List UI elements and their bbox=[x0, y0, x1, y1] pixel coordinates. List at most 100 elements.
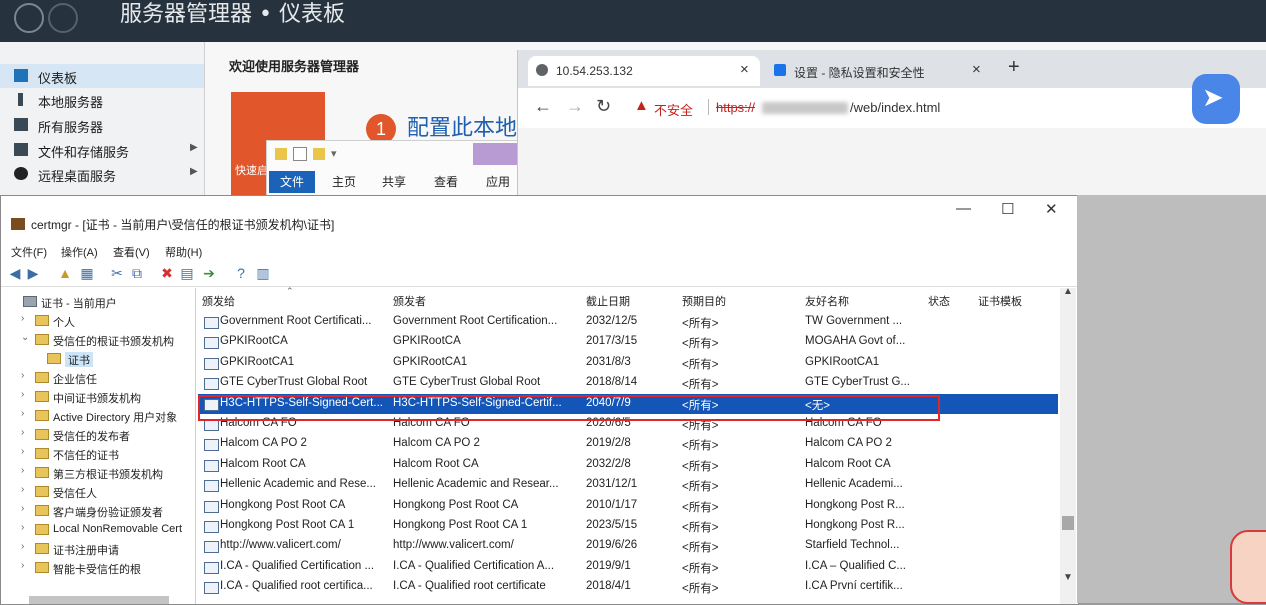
warning-icon[interactable]: ▲ bbox=[634, 97, 649, 114]
tree-item[interactable]: › 个人 bbox=[1, 311, 195, 329]
forward-button[interactable] bbox=[48, 3, 78, 33]
menu-help[interactable]: 帮助(H) bbox=[165, 244, 202, 260]
tree-item[interactable]: › Local NonRemovable Cert bbox=[1, 520, 195, 538]
copy-icon[interactable]: ⧉ bbox=[129, 265, 145, 281]
tree-item[interactable]: › 中间证书颁发机构 bbox=[1, 387, 195, 405]
menu-action[interactable]: 操作(A) bbox=[61, 244, 98, 260]
properties-icon[interactable]: ▤ bbox=[179, 265, 195, 281]
chevron-right-icon[interactable]: › bbox=[21, 541, 24, 552]
table-row[interactable]: Halcom Root CA Halcom Root CA 2032/2/8 <所有>… bbox=[198, 455, 1058, 475]
chevron-right-icon[interactable]: › bbox=[21, 446, 24, 457]
close-icon[interactable]: ✕ bbox=[1045, 200, 1058, 218]
chevron-right-icon[interactable]: › bbox=[21, 427, 24, 438]
chevron-right-icon[interactable]: › bbox=[21, 313, 24, 324]
back-arrow-icon[interactable]: ◀ bbox=[7, 265, 23, 281]
close-tab-icon[interactable]: × bbox=[972, 61, 981, 78]
column-header[interactable]: 状态 bbox=[928, 293, 950, 309]
chevron-right-icon[interactable]: › bbox=[21, 389, 24, 400]
delete-icon[interactable]: ✖ bbox=[159, 265, 175, 281]
tree-item[interactable]: 证书 - 当前用户 bbox=[1, 292, 195, 310]
chevron-right-icon[interactable]: › bbox=[21, 503, 24, 514]
feishu-app-icon[interactable]: ➤ bbox=[1192, 74, 1240, 124]
table-row[interactable]: Hellenic Academic and Rese... Hellenic Ac… bbox=[198, 475, 1058, 495]
table-row[interactable]: GTE CyberTrust Global Root GTE CyberTrust… bbox=[198, 373, 1058, 393]
tree-item[interactable]: › 证书注册申请 bbox=[1, 539, 195, 557]
forward-arrow-icon[interactable]: ▶ bbox=[25, 265, 41, 281]
tree-item[interactable]: › 第三方根证书颁发机构 bbox=[1, 463, 195, 481]
minimize-icon[interactable]: — bbox=[956, 200, 971, 217]
chevron-down-icon[interactable]: ▾ bbox=[331, 148, 337, 160]
nav-remote-desktop[interactable]: 远程桌面服务 ▶ bbox=[0, 162, 204, 186]
tree-item[interactable]: › 智能卡受信任的根 bbox=[1, 558, 195, 576]
list-header: 颁发给 ⌃ 颁发者 截止日期 预期目的 友好名称 状态 证书模板 bbox=[198, 286, 1058, 312]
table-row[interactable]: Government Root Certificati... Government… bbox=[198, 312, 1058, 332]
close-tab-icon[interactable]: × bbox=[740, 61, 749, 78]
tree-item[interactable]: › 受信任的发布者 bbox=[1, 425, 195, 443]
chevron-right-icon[interactable]: › bbox=[21, 465, 24, 476]
reload-icon[interactable]: ↻ bbox=[596, 96, 611, 117]
back-button[interactable] bbox=[14, 3, 44, 33]
tree-item[interactable]: › 受信任人 bbox=[1, 482, 195, 500]
not-secure-label[interactable]: 不安全 bbox=[654, 100, 693, 119]
help-icon[interactable]: ? bbox=[233, 265, 249, 281]
table-cell: Halcom Root CA bbox=[220, 457, 306, 470]
forward-arrow-icon[interactable]: → bbox=[566, 96, 584, 117]
nav-local-server[interactable]: 本地服务器 bbox=[0, 88, 204, 112]
tab-home[interactable]: 主页 bbox=[321, 171, 367, 193]
up-folder-icon[interactable]: ▲ bbox=[57, 265, 73, 281]
chevron-right-icon[interactable]: › bbox=[21, 408, 24, 419]
column-header[interactable]: 颁发者 bbox=[393, 293, 426, 309]
browser-tab-2[interactable]: 设置 - 隐私设置和安全性 × bbox=[766, 56, 1006, 86]
properties-icon[interactable] bbox=[293, 147, 307, 162]
chevron-right-icon[interactable]: › bbox=[21, 522, 24, 533]
chevron-right-icon[interactable]: › bbox=[21, 370, 24, 381]
cut-icon[interactable]: ✂ bbox=[109, 265, 125, 281]
new-tab-button[interactable]: + bbox=[1008, 56, 1020, 79]
table-row[interactable]: Halcom CA PO 2 Halcom CA PO 2 2019/2/8 <所有>… bbox=[198, 434, 1058, 454]
scrollbar-thumb[interactable] bbox=[1062, 516, 1074, 530]
nav-file-storage[interactable]: 文件和存储服务 ▶ bbox=[0, 138, 204, 162]
columns-icon[interactable]: ▥ bbox=[255, 265, 271, 281]
table-row[interactable]: GPKIRootCA1 GPKIRootCA1 2031/8/3 <所有> GPKIRo… bbox=[198, 353, 1058, 373]
new-folder-icon[interactable] bbox=[313, 148, 325, 161]
tree-item[interactable]: › Active Directory 用户对象 bbox=[1, 406, 195, 424]
vertical-scrollbar[interactable]: ▲ ▼ bbox=[1060, 286, 1076, 604]
nav-all-servers[interactable]: 所有服务器 bbox=[0, 113, 204, 137]
export-icon[interactable]: ➔ bbox=[201, 265, 217, 281]
column-header[interactable]: 预期目的 bbox=[682, 293, 726, 309]
chevron-right-icon[interactable]: › bbox=[21, 484, 24, 495]
column-header[interactable]: 友好名称 bbox=[805, 293, 849, 309]
chevron-right-icon[interactable]: › bbox=[21, 560, 24, 571]
scroll-down-icon[interactable]: ▼ bbox=[1063, 572, 1073, 583]
table-row[interactable]: Hongkong Post Root CA Hongkong Post Root … bbox=[198, 496, 1058, 516]
table-row[interactable]: I.CA - Qualified root certifica... I.CA -… bbox=[198, 577, 1058, 597]
tab-file[interactable]: 文件 bbox=[269, 171, 316, 193]
browser-tab-1[interactable]: 10.54.253.132 × bbox=[528, 56, 760, 86]
menu-view[interactable]: 查看(V) bbox=[113, 244, 150, 260]
tab-share[interactable]: 共享 bbox=[371, 171, 417, 193]
folder-icon bbox=[35, 505, 49, 516]
table-row[interactable]: Hongkong Post Root CA 1 Hongkong Post Roo… bbox=[198, 516, 1058, 536]
folder-icon[interactable] bbox=[275, 148, 287, 161]
table-row[interactable]: http://www.valicert.com/http://www.valic… bbox=[198, 536, 1058, 556]
tab-view[interactable]: 查看 bbox=[423, 171, 469, 193]
configure-local-server-link[interactable]: 配置此本地 bbox=[407, 110, 517, 142]
chevron-down-icon[interactable]: ⌄ bbox=[21, 332, 29, 343]
nav-dashboard[interactable]: 仪表板 bbox=[0, 64, 204, 88]
tree-item[interactable]: › 企业信任 bbox=[1, 368, 195, 386]
column-header[interactable]: 截止日期 bbox=[586, 293, 630, 309]
tree-item[interactable]: › 客户端身份验证颁发者 bbox=[1, 501, 195, 519]
column-header[interactable]: 证书模板 bbox=[978, 293, 1022, 309]
table-row[interactable]: I.CA - Qualified Certification ... I.CA -… bbox=[198, 557, 1058, 577]
maximize-icon[interactable]: ☐ bbox=[1001, 200, 1014, 218]
address-bar[interactable]: ▲ 不安全 https:// /web/index.html bbox=[624, 92, 1224, 122]
tree-item[interactable]: › 不信任的证书 bbox=[1, 444, 195, 462]
table-row[interactable]: GPKIRootCA GPKIRootCA 2017/3/15 <所有> MOGAHA … bbox=[198, 332, 1058, 352]
scroll-up-icon[interactable]: ▲ bbox=[1063, 286, 1073, 297]
menu-file[interactable]: 文件(F) bbox=[11, 244, 47, 260]
show-tree-icon[interactable]: ▦ bbox=[79, 265, 95, 281]
column-header[interactable]: 颁发给 bbox=[202, 293, 235, 309]
back-arrow-icon[interactable]: ← bbox=[534, 96, 552, 117]
tree-item[interactable]: ⌄ 受信任的根证书颁发机构 bbox=[1, 330, 195, 348]
tree-item[interactable]: 证书 bbox=[1, 349, 195, 367]
